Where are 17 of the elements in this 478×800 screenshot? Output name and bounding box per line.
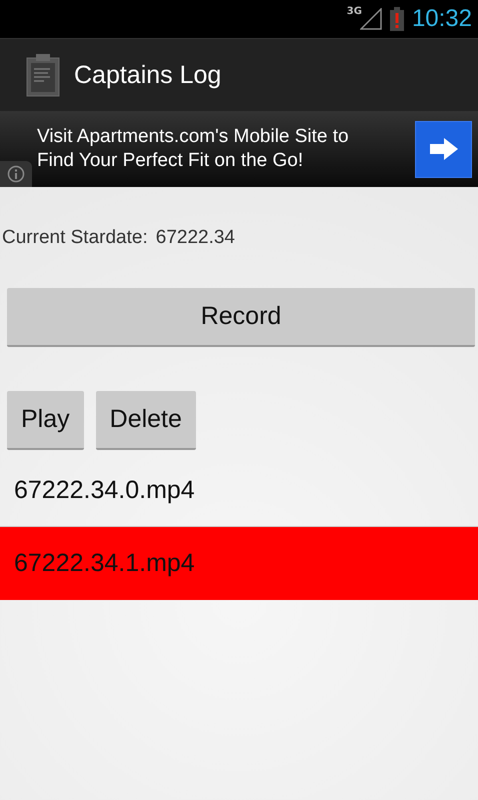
battery-alert-icon bbox=[390, 7, 404, 31]
file-list-item[interactable]: 67222.34.1.mp4 bbox=[0, 527, 478, 600]
info-button[interactable] bbox=[0, 161, 32, 187]
info-icon bbox=[7, 165, 25, 183]
network-type: 3G bbox=[346, 6, 362, 17]
arrow-right-icon bbox=[430, 138, 458, 160]
stardate-label: Current Stardate: bbox=[2, 227, 148, 249]
clipboard-icon bbox=[26, 53, 60, 97]
record-button[interactable]: Record bbox=[7, 288, 475, 347]
delete-button[interactable]: Delete bbox=[96, 391, 196, 450]
stardate-value: 67222.34 bbox=[156, 227, 235, 249]
play-button[interactable]: Play bbox=[7, 391, 84, 450]
clock-time: 10:32 bbox=[412, 5, 472, 33]
ad-arrow-button[interactable] bbox=[415, 120, 472, 178]
app-title: Captains Log bbox=[74, 60, 222, 90]
ad-text: Visit Apartments.com's Mobile Site to Find Your Perfect Fit on the Go! bbox=[37, 125, 350, 173]
signal-icon bbox=[360, 8, 382, 30]
